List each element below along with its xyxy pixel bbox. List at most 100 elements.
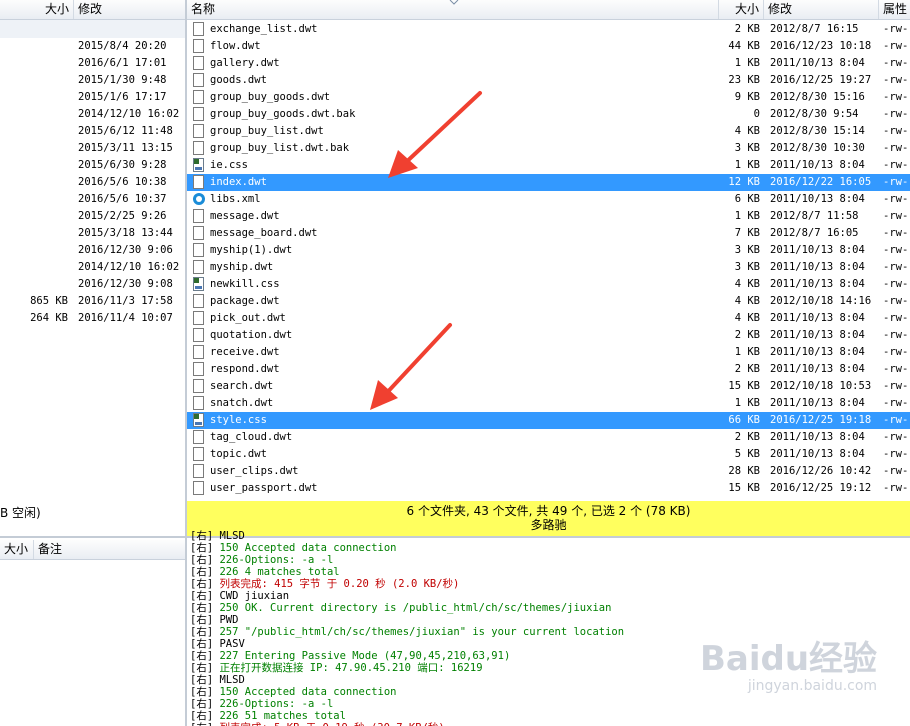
remote-file-row[interactable]: flow.dwt 44 KB 2016/12/23 10:18 -rw-r xyxy=(187,38,910,55)
log-tag: [右] xyxy=(190,674,214,686)
remote-file-size: 44 KB xyxy=(728,40,760,52)
remote-header-size[interactable]: 大小 xyxy=(719,0,764,19)
remote-file-row[interactable]: snatch.dwt 1 KB 2011/10/13 8:04 -rw-r xyxy=(187,395,910,412)
remote-file-row[interactable]: user_passport.dwt 15 KB 2016/12/25 19:12 -r… xyxy=(187,480,910,497)
local-file-size xyxy=(0,225,68,242)
log-tag: [右] xyxy=(190,638,214,650)
local-file-row[interactable]: 264 KB 2016/11/4 10:07 xyxy=(0,310,185,327)
local-parent-row[interactable] xyxy=(0,20,185,38)
local-file-row[interactable]: 2015/1/30 9:48 xyxy=(0,72,185,89)
remote-file-name: message_board.dwt xyxy=(210,227,318,239)
remote-file-size: 5 KB xyxy=(734,448,760,460)
remote-file-row[interactable]: gallery.dwt 1 KB 2011/10/13 8:04 -rw-r xyxy=(187,55,910,72)
log-text: 226 4 matches total xyxy=(219,566,340,578)
remote-file-name: respond.dwt xyxy=(210,363,280,375)
remote-file-row[interactable]: newkill.css 4 KB 2011/10/13 8:04 -rw-r xyxy=(187,276,910,293)
log-text: 列表完成: 5 KB 于 0.19 秒 (30.7 KB/秒) xyxy=(219,722,444,726)
local-file-size xyxy=(0,123,68,140)
file-icon xyxy=(193,209,204,223)
remote-file-row[interactable]: quotation.dwt 2 KB 2011/10/13 8:04 -rw-r xyxy=(187,327,910,344)
log-text: 150 Accepted data connection xyxy=(219,542,397,554)
session-log[interactable]: [右] MLSD [右] 150 Accepted data connection… xyxy=(190,530,910,726)
remote-file-attr: -rw-r xyxy=(883,23,910,35)
transfer-queue[interactable]: 大小 备注 xyxy=(0,538,185,726)
remote-file-row[interactable]: search.dwt 15 KB 2012/10/18 10:53 -rw-r xyxy=(187,378,910,395)
local-header-modified[interactable]: 修改 xyxy=(74,0,185,19)
local-file-row[interactable]: 2016/6/1 17:01 xyxy=(0,55,185,72)
remote-file-attr: -rw-r xyxy=(883,159,910,171)
remote-file-row[interactable]: pick_out.dwt 4 KB 2011/10/13 8:04 -rw-r xyxy=(187,310,910,327)
local-file-row[interactable]: 865 KB 2016/11/3 17:58 xyxy=(0,293,185,310)
log-tag: [右] xyxy=(190,578,214,590)
local-file-date: 2015/3/11 13:15 xyxy=(78,142,173,154)
remote-file-name: message.dwt xyxy=(210,210,280,222)
local-header-size[interactable]: 大小 xyxy=(0,0,74,19)
local-file-row[interactable]: 2015/3/11 13:15 xyxy=(0,140,185,157)
local-file-list[interactable]: 大小 修改 2015/8/4 20:20 2016/6/1 17:01 2015/1… xyxy=(0,0,185,501)
remote-file-size: 3 KB xyxy=(734,244,760,256)
log-splitter[interactable] xyxy=(185,538,187,726)
remote-file-row[interactable]: group_buy_goods.dwt 9 KB 2012/8/30 15:16 -r… xyxy=(187,89,910,106)
remote-file-attr: -rw-r xyxy=(883,397,910,409)
remote-file-size: 6 KB xyxy=(734,193,760,205)
remote-file-row[interactable]: group_buy_list.dwt.bak 3 KB 2012/8/30 10:3… xyxy=(187,140,910,157)
remote-file-name: group_buy_list.dwt xyxy=(210,125,324,137)
remote-file-row[interactable]: package.dwt 4 KB 2012/10/18 14:16 -rw-r xyxy=(187,293,910,310)
remote-file-date: 2012/8/30 15:16 xyxy=(770,91,865,103)
file-icon xyxy=(193,379,204,393)
remote-file-row[interactable]: ie.css 1 KB 2011/10/13 8:04 -rw-r xyxy=(187,157,910,174)
remote-list-header: 名称 大小 修改 属性 xyxy=(187,0,910,20)
remote-file-row[interactable]: myship.dwt 3 KB 2011/10/13 8:04 -rw-r xyxy=(187,259,910,276)
local-file-row[interactable]: 2014/12/10 16:02 xyxy=(0,259,185,276)
remote-file-row[interactable]: myship(1).dwt 3 KB 2011/10/13 8:04 -rw-r xyxy=(187,242,910,259)
remote-file-row[interactable]: group_buy_list.dwt 4 KB 2012/8/30 15:14 -rw… xyxy=(187,123,910,140)
local-file-row[interactable]: 2016/5/6 10:37 xyxy=(0,191,185,208)
remote-file-row[interactable]: respond.dwt 2 KB 2011/10/13 8:04 -rw-r xyxy=(187,361,910,378)
remote-file-row[interactable]: group_buy_goods.dwt.bak 0 2012/8/30 9:54 -r… xyxy=(187,106,910,123)
xml-file-icon xyxy=(193,193,205,205)
local-file-row[interactable]: 2015/6/30 9:28 xyxy=(0,157,185,174)
remote-file-row[interactable]: tag_cloud.dwt 2 KB 2011/10/13 8:04 -rw-r xyxy=(187,429,910,446)
local-file-row[interactable]: 2016/5/6 10:38 xyxy=(0,174,185,191)
queue-header-size[interactable]: 大小 xyxy=(0,540,34,559)
local-file-row[interactable]: 2015/8/4 20:20 xyxy=(0,38,185,55)
local-file-row[interactable]: 2015/3/18 13:44 xyxy=(0,225,185,242)
remote-file-row-selected[interactable]: style.css 66 KB 2016/12/25 19:18 -rw-r xyxy=(187,412,910,429)
local-file-row[interactable]: 2015/6/12 11:48 xyxy=(0,123,185,140)
local-file-size xyxy=(0,38,68,55)
local-file-row[interactable]: 2016/12/30 9:06 xyxy=(0,242,185,259)
remote-file-row[interactable]: exchange_list.dwt 2 KB 2012/8/7 16:15 -rw-r xyxy=(187,21,910,38)
log-tag: [右] xyxy=(190,542,214,554)
remote-file-size: 1 KB xyxy=(734,210,760,222)
log-line: [右] PASV xyxy=(190,638,910,650)
remote-header-attr[interactable]: 属性 xyxy=(879,0,910,19)
remote-file-name: group_buy_goods.dwt.bak xyxy=(210,108,356,120)
log-tag: [右] xyxy=(190,554,214,566)
log-line: [右] PWD xyxy=(190,614,910,626)
remote-file-row[interactable]: message.dwt 1 KB 2012/8/7 11:58 -rw-r xyxy=(187,208,910,225)
local-file-size xyxy=(0,140,68,157)
remote-file-size: 23 KB xyxy=(728,74,760,86)
remote-file-row-selected[interactable]: index.dwt 12 KB 2016/12/22 16:05 -rw-r xyxy=(187,174,910,191)
local-file-row[interactable]: 2015/1/6 17:17 xyxy=(0,89,185,106)
log-line: [右] 列表完成: 415 字节 于 0.20 秒 (2.0 KB/秒) xyxy=(190,578,910,590)
remote-file-row[interactable]: receive.dwt 1 KB 2011/10/13 8:04 -rw-r xyxy=(187,344,910,361)
remote-file-attr: -rw-r xyxy=(883,380,910,392)
remote-file-size: 15 KB xyxy=(728,482,760,494)
local-file-date: 2015/1/30 9:48 xyxy=(78,74,167,86)
remote-file-list[interactable]: 名称 大小 修改 属性 exchange_list.dwt 2 KB 2012/8/… xyxy=(187,0,910,501)
remote-file-row[interactable]: message_board.dwt 7 KB 2012/8/7 16:05 -rw-r xyxy=(187,225,910,242)
log-text: CWD jiuxian xyxy=(219,590,290,602)
log-line: [右] CWD jiuxian xyxy=(190,590,910,602)
remote-header-modified[interactable]: 修改 xyxy=(764,0,879,19)
file-icon xyxy=(193,22,204,36)
queue-header-note[interactable]: 备注 xyxy=(34,540,185,559)
remote-file-row[interactable]: goods.dwt 23 KB 2016/12/25 19:27 -rw-r xyxy=(187,72,910,89)
remote-file-row[interactable]: user_clips.dwt 28 KB 2016/12/26 10:42 -rw-r xyxy=(187,463,910,480)
local-file-row[interactable]: 2016/12/30 9:08 xyxy=(0,276,185,293)
local-file-row[interactable]: 2014/12/10 16:02 xyxy=(0,106,185,123)
remote-file-row[interactable]: topic.dwt 5 KB 2011/10/13 8:04 -rw-r xyxy=(187,446,910,463)
local-file-row[interactable]: 2015/2/25 9:26 xyxy=(0,208,185,225)
remote-file-row[interactable]: libs.xml 6 KB 2011/10/13 8:04 -rw-r xyxy=(187,191,910,208)
remote-file-name: index.dwt xyxy=(210,176,267,188)
